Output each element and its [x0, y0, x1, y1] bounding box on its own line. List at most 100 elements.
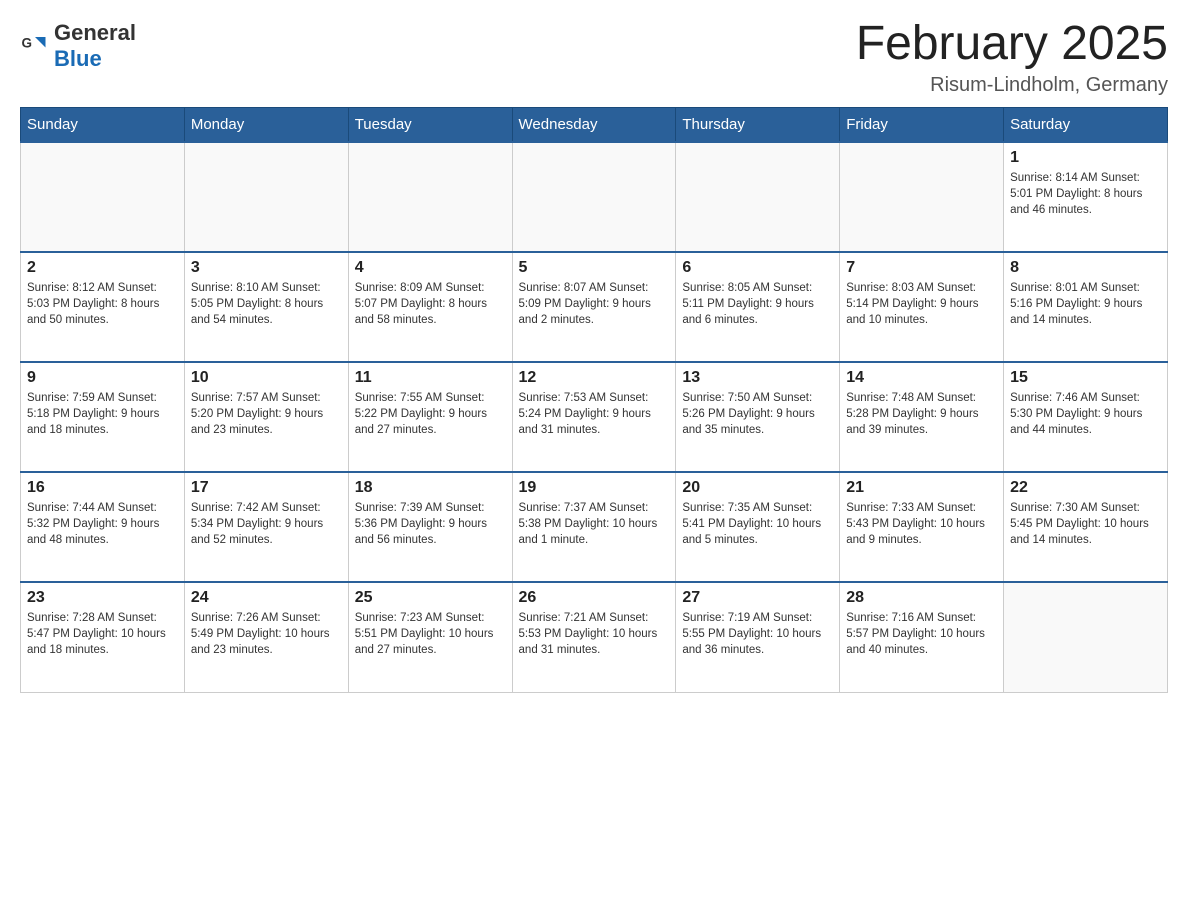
- calendar-cell: 9 Sunrise: 7:59 AM Sunset: 5:18 PM Daylig…: [21, 362, 185, 472]
- day-number: 7: [846, 259, 997, 277]
- day-number: 6: [682, 259, 833, 277]
- title-block: February 2025 Risum-Lindholm, Germany: [856, 20, 1168, 97]
- calendar-cell: [184, 142, 348, 252]
- page-header: G General Blue February 2025 Risum-Lindh…: [20, 20, 1168, 97]
- calendar-cell: 16 Sunrise: 7:44 AM Sunset: 5:32 PM Dayli…: [21, 472, 185, 582]
- day-info: Sunrise: 7:53 AM Sunset: 5:24 PM Dayligh…: [519, 390, 670, 438]
- day-info: Sunrise: 7:44 AM Sunset: 5:32 PM Dayligh…: [27, 500, 178, 548]
- calendar-week-1: 1 Sunrise: 8:14 AM Sunset: 5:01 PM Daylig…: [21, 142, 1168, 252]
- calendar-cell: 13Sunrise: 7:50 AM Sunset: 5:26 PM Dayli…: [676, 362, 840, 472]
- day-number: 15: [1010, 369, 1161, 387]
- header-wednesday: Wednesday: [512, 108, 676, 143]
- calendar-cell: 1 Sunrise: 8:14 AM Sunset: 5:01 PM Daylig…: [1004, 142, 1168, 252]
- day-number: 25: [355, 589, 506, 607]
- day-number: 16: [27, 479, 178, 497]
- day-info: Sunrise: 7:35 AM Sunset: 5:41 PM Dayligh…: [682, 500, 833, 548]
- day-number: 20: [682, 479, 833, 497]
- day-info: Sunrise: 7:26 AM Sunset: 5:49 PM Dayligh…: [191, 610, 342, 658]
- calendar-cell: [348, 142, 512, 252]
- day-number: 9: [27, 369, 178, 387]
- day-info: Sunrise: 7:39 AM Sunset: 5:36 PM Dayligh…: [355, 500, 506, 548]
- calendar-cell: 7 Sunrise: 8:03 AM Sunset: 5:14 PM Daylig…: [840, 252, 1004, 362]
- calendar-cell: 12 Sunrise: 7:53 AM Sunset: 5:24 PM Dayli…: [512, 362, 676, 472]
- day-info: Sunrise: 7:19 AM Sunset: 5:55 PM Dayligh…: [682, 610, 833, 658]
- logo-text-general: General: [54, 20, 136, 45]
- day-info: Sunrise: 7:46 AM Sunset: 5:30 PM Dayligh…: [1010, 390, 1161, 438]
- header-row: Sunday Monday Tuesday Wednesday Thursday…: [21, 108, 1168, 143]
- day-info: Sunrise: 7:33 AM Sunset: 5:43 PM Dayligh…: [846, 500, 997, 548]
- calendar-cell: [512, 142, 676, 252]
- calendar-cell: 28 Sunrise: 7:16 AM Sunset: 5:57 PM Dayli…: [840, 582, 1004, 692]
- day-info: Sunrise: 8:09 AM Sunset: 5:07 PM Dayligh…: [355, 280, 506, 328]
- calendar-table: Sunday Monday Tuesday Wednesday Thursday…: [20, 107, 1168, 693]
- day-info: Sunrise: 8:03 AM Sunset: 5:14 PM Dayligh…: [846, 280, 997, 328]
- calendar-cell: 14 Sunrise: 7:48 AM Sunset: 5:28 PM Dayli…: [840, 362, 1004, 472]
- calendar-week-5: 23Sunrise: 7:28 AM Sunset: 5:47 PM Dayli…: [21, 582, 1168, 692]
- day-number: 10: [191, 369, 342, 387]
- day-info: Sunrise: 7:23 AM Sunset: 5:51 PM Dayligh…: [355, 610, 506, 658]
- calendar-cell: 10Sunrise: 7:57 AM Sunset: 5:20 PM Dayli…: [184, 362, 348, 472]
- day-info: Sunrise: 7:48 AM Sunset: 5:28 PM Dayligh…: [846, 390, 997, 438]
- day-info: Sunrise: 8:14 AM Sunset: 5:01 PM Dayligh…: [1010, 170, 1161, 218]
- header-friday: Friday: [840, 108, 1004, 143]
- day-number: 8: [1010, 259, 1161, 277]
- calendar-cell: 22 Sunrise: 7:30 AM Sunset: 5:45 PM Dayli…: [1004, 472, 1168, 582]
- calendar-cell: 6 Sunrise: 8:05 AM Sunset: 5:11 PM Daylig…: [676, 252, 840, 362]
- day-number: 24: [191, 589, 342, 607]
- calendar-cell: 21 Sunrise: 7:33 AM Sunset: 5:43 PM Dayli…: [840, 472, 1004, 582]
- calendar-cell: [840, 142, 1004, 252]
- day-info: Sunrise: 7:16 AM Sunset: 5:57 PM Dayligh…: [846, 610, 997, 658]
- day-number: 13: [682, 369, 833, 387]
- day-info: Sunrise: 7:59 AM Sunset: 5:18 PM Dayligh…: [27, 390, 178, 438]
- day-number: 26: [519, 589, 670, 607]
- day-info: Sunrise: 7:55 AM Sunset: 5:22 PM Dayligh…: [355, 390, 506, 438]
- header-monday: Monday: [184, 108, 348, 143]
- day-info: Sunrise: 8:01 AM Sunset: 5:16 PM Dayligh…: [1010, 280, 1161, 328]
- day-number: 14: [846, 369, 997, 387]
- calendar-cell: [21, 142, 185, 252]
- day-info: Sunrise: 8:05 AM Sunset: 5:11 PM Dayligh…: [682, 280, 833, 328]
- day-info: Sunrise: 7:30 AM Sunset: 5:45 PM Dayligh…: [1010, 500, 1161, 548]
- header-sunday: Sunday: [21, 108, 185, 143]
- day-number: 4: [355, 259, 506, 277]
- day-number: 12: [519, 369, 670, 387]
- calendar-cell: 20 Sunrise: 7:35 AM Sunset: 5:41 PM Dayli…: [676, 472, 840, 582]
- day-info: Sunrise: 8:10 AM Sunset: 5:05 PM Dayligh…: [191, 280, 342, 328]
- calendar-cell: 5 Sunrise: 8:07 AM Sunset: 5:09 PM Daylig…: [512, 252, 676, 362]
- calendar-cell: 27Sunrise: 7:19 AM Sunset: 5:55 PM Dayli…: [676, 582, 840, 692]
- day-number: 23: [27, 589, 178, 607]
- calendar-cell: 4 Sunrise: 8:09 AM Sunset: 5:07 PM Daylig…: [348, 252, 512, 362]
- day-number: 22: [1010, 479, 1161, 497]
- calendar-cell: 3 Sunrise: 8:10 AM Sunset: 5:05 PM Daylig…: [184, 252, 348, 362]
- day-info: Sunrise: 8:07 AM Sunset: 5:09 PM Dayligh…: [519, 280, 670, 328]
- month-title: February 2025: [856, 20, 1168, 68]
- day-info: Sunrise: 7:37 AM Sunset: 5:38 PM Dayligh…: [519, 500, 670, 548]
- day-number: 5: [519, 259, 670, 277]
- header-thursday: Thursday: [676, 108, 840, 143]
- logo-icon: G: [20, 31, 50, 61]
- calendar-cell: 24 Sunrise: 7:26 AM Sunset: 5:49 PM Dayli…: [184, 582, 348, 692]
- calendar-week-4: 16 Sunrise: 7:44 AM Sunset: 5:32 PM Dayli…: [21, 472, 1168, 582]
- calendar-cell: [676, 142, 840, 252]
- calendar-week-2: 2 Sunrise: 8:12 AM Sunset: 5:03 PM Daylig…: [21, 252, 1168, 362]
- day-number: 28: [846, 589, 997, 607]
- calendar-body: 1 Sunrise: 8:14 AM Sunset: 5:01 PM Daylig…: [21, 142, 1168, 692]
- day-number: 17: [191, 479, 342, 497]
- day-number: 2: [27, 259, 178, 277]
- calendar-header: Sunday Monday Tuesday Wednesday Thursday…: [21, 108, 1168, 143]
- day-number: 3: [191, 259, 342, 277]
- calendar-cell: 2 Sunrise: 8:12 AM Sunset: 5:03 PM Daylig…: [21, 252, 185, 362]
- day-info: Sunrise: 8:12 AM Sunset: 5:03 PM Dayligh…: [27, 280, 178, 328]
- day-number: 11: [355, 369, 506, 387]
- logo-text-blue: Blue: [54, 46, 102, 71]
- header-saturday: Saturday: [1004, 108, 1168, 143]
- calendar-cell: 17 Sunrise: 7:42 AM Sunset: 5:34 PM Dayli…: [184, 472, 348, 582]
- calendar-cell: 11 Sunrise: 7:55 AM Sunset: 5:22 PM Dayli…: [348, 362, 512, 472]
- svg-text:G: G: [22, 36, 33, 51]
- header-tuesday: Tuesday: [348, 108, 512, 143]
- day-info: Sunrise: 7:42 AM Sunset: 5:34 PM Dayligh…: [191, 500, 342, 548]
- day-number: 19: [519, 479, 670, 497]
- day-number: 1: [1010, 149, 1161, 167]
- day-number: 21: [846, 479, 997, 497]
- day-number: 18: [355, 479, 506, 497]
